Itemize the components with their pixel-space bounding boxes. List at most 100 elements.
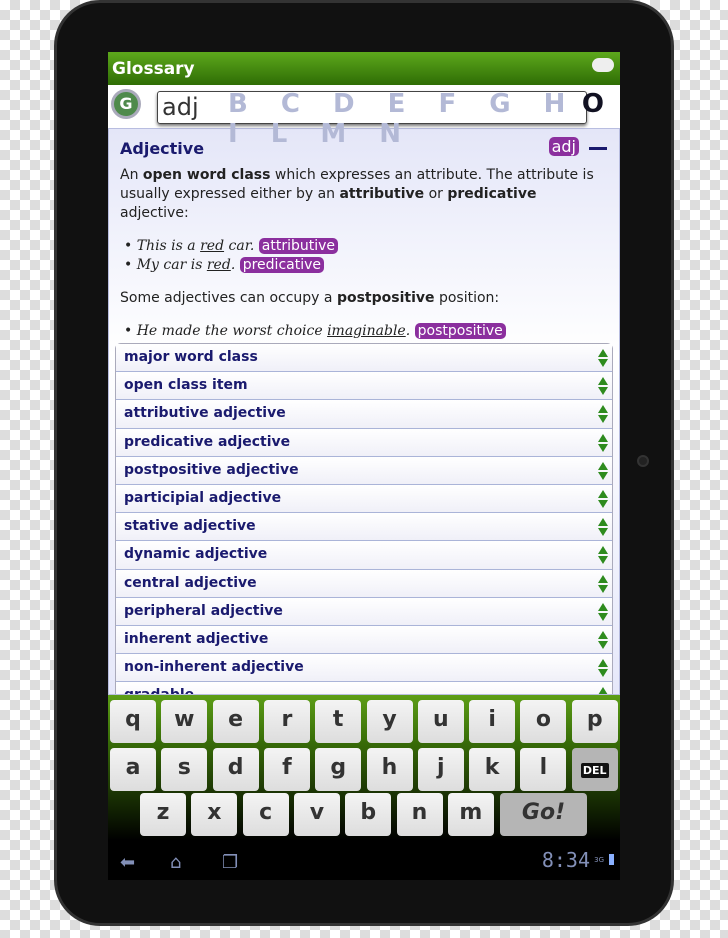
list-item[interactable]: dynamic adjective xyxy=(116,541,612,570)
key-z[interactable]: z xyxy=(140,793,186,836)
key-label: u xyxy=(432,707,449,732)
expand-arrows-icon xyxy=(598,630,608,649)
key-y[interactable]: y xyxy=(366,700,413,743)
key-label: a xyxy=(125,755,141,780)
list-item[interactable]: attributive adjective xyxy=(116,400,612,429)
expand-arrows-icon xyxy=(598,687,608,694)
search-logo-icon[interactable]: G xyxy=(111,89,141,119)
key-label: p xyxy=(586,707,603,732)
expand-arrows-icon xyxy=(598,602,608,621)
key-label: r xyxy=(281,707,293,732)
list-item-label: inherent adjective xyxy=(124,630,269,647)
key-n[interactable]: n xyxy=(396,793,443,836)
key-r[interactable]: r xyxy=(263,700,310,743)
list-item[interactable]: non-inherent adjective xyxy=(116,654,612,683)
key-d[interactable]: d xyxy=(212,748,259,791)
delete-key[interactable]: DEL xyxy=(571,748,618,791)
list-item[interactable]: central adjective xyxy=(116,569,612,598)
recent-apps-icon[interactable]: ❐ xyxy=(222,852,238,873)
alphabet-bar: G adj B C D E F G H I L M N O xyxy=(108,85,620,149)
examples-2: He made the worst choice imaginable. pos… xyxy=(124,322,608,341)
example: This is a red car. attributive xyxy=(124,237,608,256)
key-label: m xyxy=(459,800,483,825)
key-label: b xyxy=(360,800,377,825)
key-u[interactable]: u xyxy=(417,700,464,743)
key-label: v xyxy=(309,800,325,825)
definition-text: An open word class which expresses an at… xyxy=(120,167,594,221)
list-item[interactable]: gradable xyxy=(116,682,612,694)
list-item-label: postpositive adjective xyxy=(124,461,299,478)
list-item[interactable]: major word class xyxy=(116,344,612,373)
list-item-label: non-inherent adjective xyxy=(124,659,304,676)
key-c[interactable]: c xyxy=(242,793,289,836)
list-item-label: participial adjective xyxy=(124,489,282,506)
back-icon[interactable]: ⬅ xyxy=(120,852,135,873)
key-e[interactable]: e xyxy=(212,700,259,743)
key-m[interactable]: m xyxy=(447,793,494,836)
key-i[interactable]: i xyxy=(469,700,516,743)
list-item[interactable]: stative adjective xyxy=(116,513,612,542)
key-o[interactable]: o xyxy=(520,700,567,743)
expand-arrows-icon xyxy=(598,659,608,678)
key-label: t xyxy=(332,707,344,732)
key-label: c xyxy=(259,800,273,825)
key-s[interactable]: s xyxy=(161,748,208,791)
key-q[interactable]: q xyxy=(110,700,156,743)
key-g[interactable]: g xyxy=(315,748,362,791)
key-label: y xyxy=(382,707,397,732)
battery-icon xyxy=(609,854,614,865)
list-item-label: predicative adjective xyxy=(124,433,291,450)
app-title: Glossary xyxy=(112,59,195,79)
key-label: o xyxy=(535,707,551,732)
definition: Adjective adj An open word class which e… xyxy=(109,129,619,351)
list-item-label: attributive adjective xyxy=(124,405,286,422)
key-label: d xyxy=(227,755,244,780)
key-j[interactable]: j xyxy=(417,748,464,791)
expand-arrows-icon xyxy=(598,349,608,367)
definition-text-2: Some adjectives can occupy a postpositiv… xyxy=(120,290,500,306)
list-item[interactable]: inherent adjective xyxy=(116,625,612,655)
list-item[interactable]: postpositive adjective xyxy=(116,456,612,485)
key-p[interactable]: p xyxy=(571,700,618,743)
example: He made the worst choice imaginable. pos… xyxy=(124,322,608,341)
title-bar: Glossary xyxy=(108,52,620,85)
expand-arrows-icon xyxy=(598,546,608,565)
examples: This is a red car. attributive My car is… xyxy=(124,237,608,275)
key-label: q xyxy=(125,707,141,732)
key-x[interactable]: x xyxy=(191,793,238,836)
key-label: i xyxy=(488,707,496,732)
list-item[interactable]: participial adjective xyxy=(116,484,612,514)
key-l[interactable]: l xyxy=(520,748,567,791)
key-t[interactable]: t xyxy=(315,700,362,743)
expand-arrows-icon xyxy=(598,489,608,508)
key-label: z xyxy=(156,800,170,825)
key-b[interactable]: b xyxy=(345,793,392,836)
list-item-label: stative adjective xyxy=(124,518,256,535)
list-item[interactable]: peripheral adjective xyxy=(116,597,612,626)
key-label: DEL xyxy=(580,763,609,778)
key-label: j xyxy=(437,755,445,780)
go-key[interactable]: Go! xyxy=(500,793,587,836)
key-label: e xyxy=(228,707,244,732)
cloud-icon[interactable] xyxy=(592,58,614,72)
list-item[interactable]: predicative adjective xyxy=(116,428,612,457)
related-terms-list: major word class open class item attributi… xyxy=(115,343,613,694)
key-f[interactable]: f xyxy=(263,748,310,791)
alphabet-letters[interactable]: B C D E F G H I L M N xyxy=(228,89,620,149)
list-item[interactable]: open class item xyxy=(116,372,612,401)
camera xyxy=(637,455,649,467)
home-icon[interactable]: ⌂ xyxy=(170,852,181,873)
list-item-label: peripheral adjective xyxy=(124,602,283,619)
key-h[interactable]: h xyxy=(366,748,413,791)
key-a[interactable]: a xyxy=(110,748,156,791)
screen: Glossary G adj B C D E F G H I L M N O A… xyxy=(108,52,620,880)
key-v[interactable]: v xyxy=(293,793,340,836)
key-w[interactable]: w xyxy=(161,700,208,743)
key-k[interactable]: k xyxy=(469,748,516,791)
alphabet-letter-o[interactable]: O xyxy=(582,89,604,119)
list-item-label: open class item xyxy=(124,377,248,394)
expand-arrows-icon xyxy=(598,433,608,452)
list-item-label: dynamic adjective xyxy=(124,546,268,563)
list-item-label: gradable xyxy=(124,687,194,694)
key-label: g xyxy=(330,755,347,780)
